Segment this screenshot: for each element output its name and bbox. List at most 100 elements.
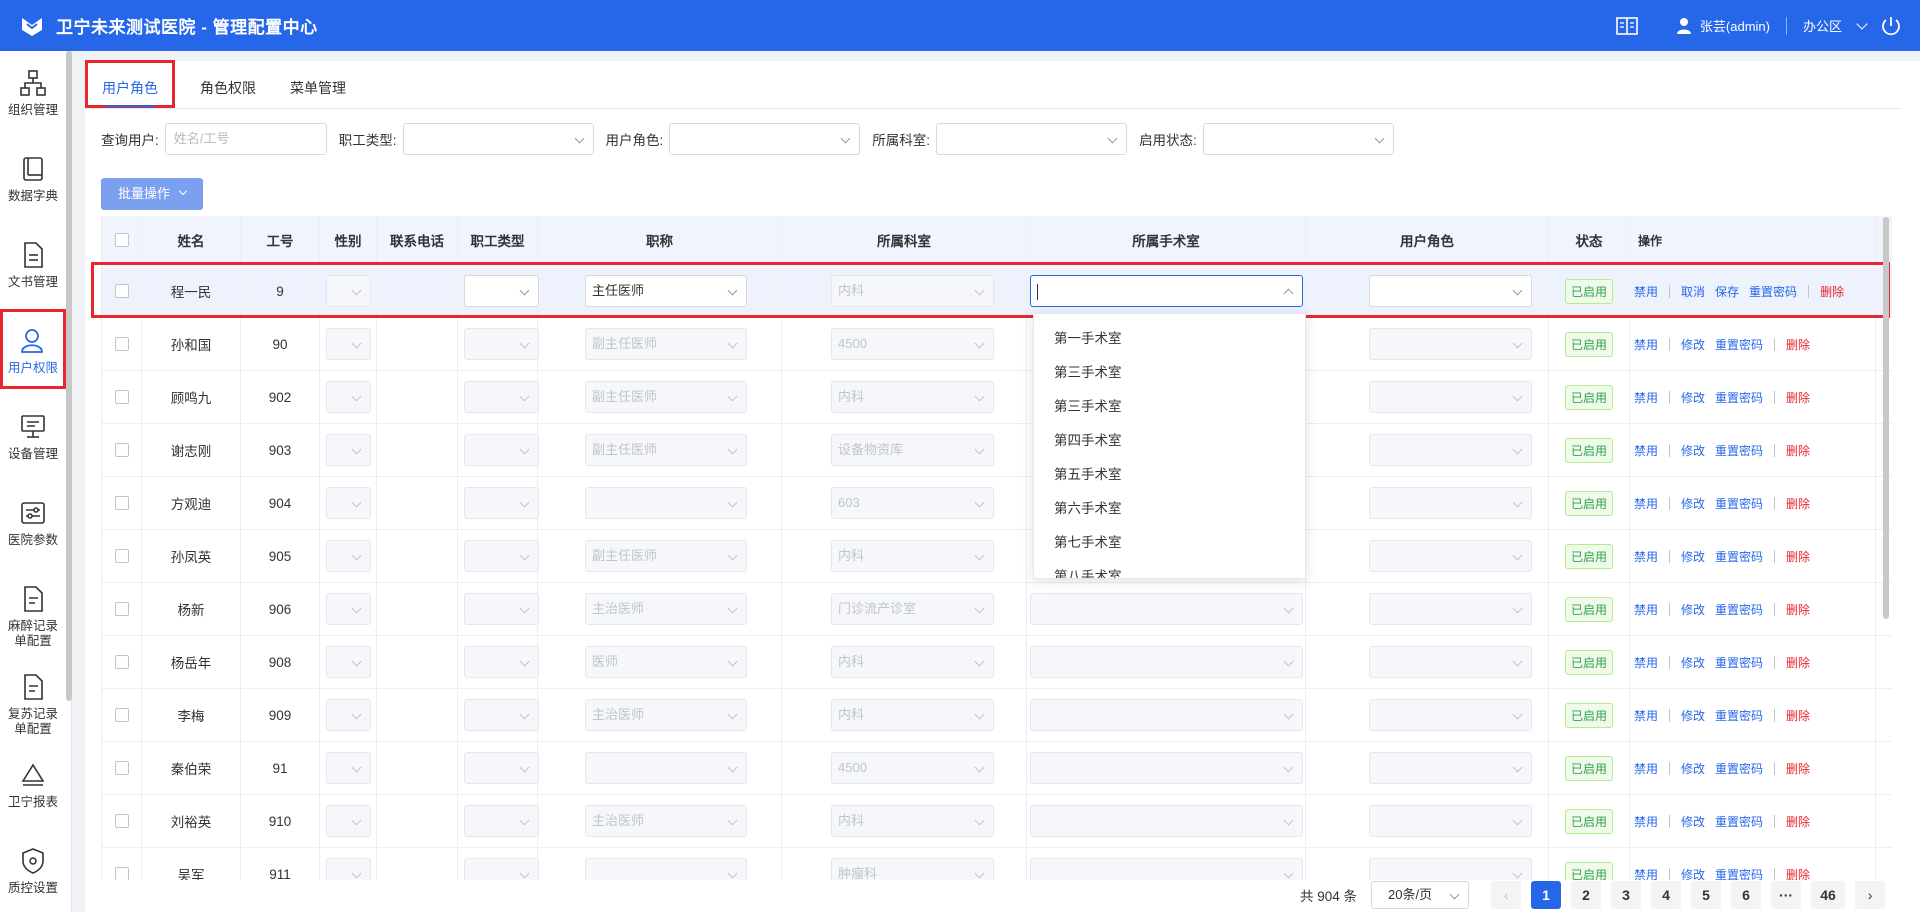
gender-select[interactable] — [326, 328, 371, 360]
dept-select[interactable]: 内科 — [831, 699, 994, 731]
staff-type-select[interactable] — [464, 381, 539, 413]
role-select[interactable] — [1369, 328, 1532, 360]
staff-type-select[interactable] — [464, 699, 539, 731]
delete-button[interactable]: 删除 — [1820, 283, 1844, 300]
role-select[interactable] — [1369, 540, 1532, 572]
title-select[interactable] — [585, 487, 747, 519]
staff-type-select[interactable] — [464, 487, 539, 519]
disable-button[interactable]: 禁用 — [1634, 548, 1658, 565]
delete-button[interactable]: 删除 — [1786, 654, 1810, 671]
gender-select[interactable] — [326, 752, 371, 784]
reset-password-button[interactable]: 重置密码 — [1715, 442, 1763, 459]
reset-password-button[interactable]: 重置密码 — [1715, 707, 1763, 724]
sidebar-item-org[interactable]: 组织管理 — [0, 51, 66, 131]
delete-button[interactable]: 删除 — [1786, 760, 1810, 777]
staff-type-select[interactable] — [464, 858, 539, 880]
tab-user-role[interactable]: 用户角色 — [85, 60, 175, 108]
dept-select[interactable]: 内科 — [831, 381, 994, 413]
role-select[interactable] — [1369, 434, 1532, 466]
or-select[interactable] — [1030, 752, 1303, 784]
row-checkbox[interactable] — [114, 496, 129, 510]
title-select[interactable]: 主治医师 — [585, 699, 747, 731]
page-button[interactable]: 4 — [1651, 881, 1682, 909]
delete-button[interactable]: 删除 — [1786, 548, 1810, 565]
dropdown-option[interactable]: 第八手术室 — [1034, 560, 1305, 578]
dept-select[interactable]: 4500 — [831, 328, 994, 360]
sidebar-item-dict[interactable]: 数据字典 — [0, 137, 66, 217]
role-select[interactable] — [1369, 487, 1532, 519]
page-button[interactable]: 2 — [1571, 881, 1602, 909]
tab-menu[interactable]: 菜单管理 — [273, 60, 363, 108]
sidebar-item-user-permission[interactable]: 用户权限 — [0, 309, 66, 389]
page-button[interactable]: 3 — [1611, 881, 1642, 909]
page-button[interactable]: 6 — [1731, 881, 1762, 909]
dept-select[interactable]: 4500 — [831, 752, 994, 784]
or-select-open[interactable] — [1030, 275, 1303, 307]
or-select[interactable] — [1030, 699, 1303, 731]
gender-select[interactable] — [326, 805, 371, 837]
delete-button[interactable]: 删除 — [1786, 495, 1810, 512]
dept-select[interactable]: 内科 — [831, 646, 994, 678]
sidebar-item-qc[interactable]: 质控设置 — [0, 829, 66, 909]
modify-button[interactable]: 修改 — [1681, 389, 1705, 406]
staff-type-select[interactable] — [464, 434, 539, 466]
disable-button[interactable]: 禁用 — [1634, 866, 1658, 881]
gender-select[interactable] — [326, 593, 371, 625]
user-name[interactable]: 张芸(admin) — [1700, 16, 1770, 35]
delete-button[interactable]: 删除 — [1786, 442, 1810, 459]
dept-select[interactable]: 内科 — [831, 275, 994, 307]
delete-button[interactable]: 删除 — [1786, 813, 1810, 830]
page-button[interactable]: 1 — [1531, 881, 1562, 909]
delete-button[interactable]: 删除 — [1786, 707, 1810, 724]
delete-button[interactable]: 删除 — [1786, 336, 1810, 353]
reset-password-button[interactable]: 重置密码 — [1715, 760, 1763, 777]
role-select[interactable] — [1369, 593, 1532, 625]
or-select[interactable] — [1030, 805, 1303, 837]
modify-button[interactable]: 修改 — [1681, 336, 1705, 353]
dropdown-option[interactable]: 第七手术室 — [1034, 526, 1305, 560]
modify-button[interactable]: 修改 — [1681, 442, 1705, 459]
dept-select[interactable]: 门诊流产诊室 — [831, 593, 994, 625]
dept-select[interactable]: 603 — [831, 487, 994, 519]
or-select[interactable] — [1030, 646, 1303, 678]
title-select[interactable]: 副主任医师 — [585, 328, 747, 360]
user-search-input[interactable]: 姓名/工号 — [164, 123, 327, 155]
modify-button[interactable]: 修改 — [1681, 760, 1705, 777]
dept-select[interactable]: 肿瘤科 — [831, 858, 994, 880]
dept-select[interactable]: 内科 — [831, 540, 994, 572]
row-checkbox[interactable] — [114, 337, 129, 351]
title-select[interactable]: 主任医师 — [585, 275, 747, 307]
row-checkbox[interactable] — [114, 390, 129, 404]
select-all-checkbox[interactable] — [114, 233, 129, 247]
gender-select[interactable] — [326, 858, 371, 880]
disable-button[interactable]: 禁用 — [1634, 707, 1658, 724]
page-button[interactable]: 5 — [1691, 881, 1722, 909]
gender-select[interactable] — [326, 646, 371, 678]
gender-select[interactable] — [326, 381, 371, 413]
row-checkbox[interactable] — [114, 284, 129, 298]
reset-password-button[interactable]: 重置密码 — [1715, 601, 1763, 618]
sidebar-item-anesthesia[interactable]: 麻醉记录单配置 — [0, 567, 66, 655]
sidebar-item-report[interactable]: 卫宁报表 — [0, 743, 66, 823]
title-select[interactable]: 副主任医师 — [585, 381, 747, 413]
dropdown-option[interactable]: 第一手术室 — [1034, 322, 1305, 356]
disable-button[interactable]: 禁用 — [1634, 495, 1658, 512]
modify-button[interactable]: 修改 — [1681, 866, 1705, 881]
role-select[interactable] — [1369, 752, 1532, 784]
role-select[interactable] — [1369, 858, 1532, 880]
dropdown-option[interactable]: 第三手术室 — [1034, 356, 1305, 390]
dropdown-option[interactable]: 第五手术室 — [1034, 458, 1305, 492]
row-checkbox[interactable] — [114, 814, 129, 828]
staff-type-select[interactable] — [464, 275, 539, 307]
row-checkbox[interactable] — [114, 867, 129, 880]
gender-select[interactable] — [326, 434, 371, 466]
modify-button[interactable]: 修改 — [1681, 495, 1705, 512]
row-checkbox[interactable] — [114, 549, 129, 563]
modify-button[interactable]: 修改 — [1681, 548, 1705, 565]
or-select[interactable] — [1030, 593, 1303, 625]
role-select[interactable] — [1369, 275, 1532, 307]
modify-button[interactable]: 修改 — [1681, 601, 1705, 618]
dept-select[interactable] — [936, 123, 1128, 155]
page-button[interactable]: ··· — [1771, 881, 1802, 909]
save-button[interactable]: 保存 — [1715, 283, 1739, 300]
